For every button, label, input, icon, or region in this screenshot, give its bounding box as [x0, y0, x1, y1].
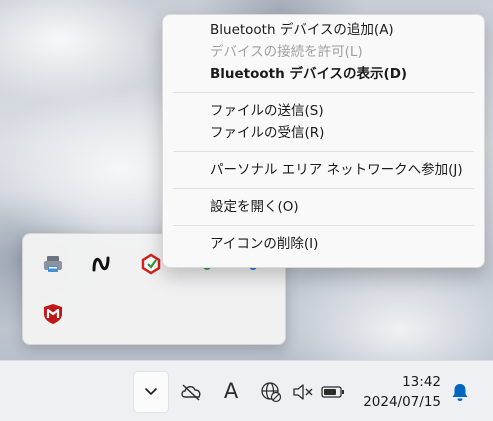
clock-date: 2024/07/15	[363, 394, 441, 410]
system-clock[interactable]: 13:42 2024/07/15	[357, 372, 441, 412]
menu-item-join-pan[interactable]: パーソナル エリア ネットワークへ参加(J)	[167, 159, 480, 181]
app-n-icon[interactable]	[89, 252, 113, 276]
menu-separator	[173, 92, 474, 93]
menu-separator	[173, 225, 474, 226]
menu-item-show-devices[interactable]: Bluetooth デバイスの表示(D)	[167, 63, 480, 85]
menu-separator	[173, 151, 474, 152]
menu-item-add-device[interactable]: Bluetooth デバイスの追加(A)	[167, 19, 480, 41]
menu-item-receive-file[interactable]: ファイルの受信(R)	[167, 122, 480, 144]
security-app-icon[interactable]	[139, 252, 163, 276]
clock-time: 13:42	[402, 374, 441, 390]
menu-item-send-file[interactable]: ファイルの送信(S)	[167, 100, 480, 122]
notification-bell-icon[interactable]	[448, 379, 472, 405]
network-globe-icon[interactable]	[258, 379, 284, 405]
printer-icon[interactable]	[41, 252, 65, 276]
taskbar: A 13:42 2024/07/15	[0, 360, 493, 421]
menu-separator	[173, 188, 474, 189]
show-hidden-icons-button[interactable]	[133, 371, 169, 413]
volume-muted-icon[interactable]	[290, 379, 316, 405]
onedrive-offline-icon[interactable]	[178, 379, 204, 405]
menu-item-remove-icon[interactable]: アイコンの削除(I)	[167, 233, 480, 255]
ime-mode-icon[interactable]: A	[220, 377, 242, 405]
menu-item-allow-connection: デバイスの接続を許可(L)	[210, 44, 363, 60]
menu-item-open-settings[interactable]: 設定を開く(O)	[167, 196, 480, 218]
battery-icon[interactable]	[320, 379, 346, 405]
mcafee-icon[interactable]	[41, 302, 65, 326]
chevron-down-icon	[145, 388, 157, 395]
bluetooth-context-menu: Bluetooth デバイスの追加(A) デバイスの接続を許可(L) Bluet…	[162, 14, 485, 268]
